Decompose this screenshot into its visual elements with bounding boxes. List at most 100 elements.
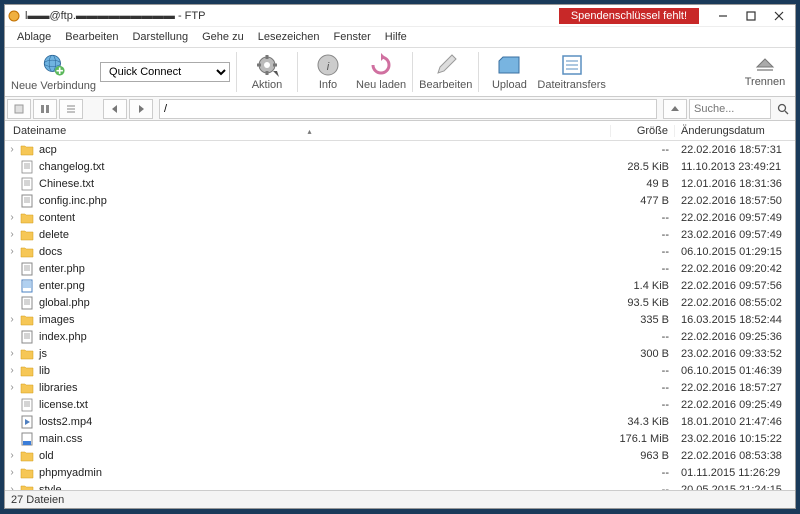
action-button[interactable]: Aktion (243, 49, 291, 95)
expand-toggle[interactable]: › (5, 314, 19, 325)
expand-toggle[interactable]: › (5, 450, 19, 461)
transfers-icon (560, 53, 584, 77)
file-size: 93.5 KiB (611, 297, 675, 309)
menu-fenster[interactable]: Fenster (328, 30, 377, 44)
php-icon (19, 330, 35, 344)
file-name: js (39, 348, 611, 360)
navbar (5, 97, 795, 121)
folder-icon (19, 466, 35, 480)
sort-indicator: ▴ (308, 127, 312, 136)
expand-toggle[interactable]: › (5, 246, 19, 257)
maximize-button[interactable] (737, 6, 765, 26)
show-hidden-files-button[interactable] (7, 99, 31, 119)
file-row[interactable]: global.php93.5 KiB22.02.2016 08:55:02 (5, 294, 795, 311)
expand-toggle[interactable]: › (5, 229, 19, 240)
expand-toggle[interactable]: › (5, 382, 19, 393)
file-size: -- (611, 212, 675, 224)
transfers-button[interactable]: Dateitransfers (537, 49, 605, 95)
quick-connect-select[interactable]: Quick Connect (100, 62, 230, 82)
expand-toggle[interactable]: › (5, 144, 19, 155)
txt-icon (19, 177, 35, 191)
search-button[interactable] (773, 99, 793, 119)
menu-gehezu[interactable]: Gehe zu (196, 30, 250, 44)
file-name: global.php (39, 297, 611, 309)
folder-icon (19, 364, 35, 378)
menu-lesezeichen[interactable]: Lesezeichen (252, 30, 326, 44)
folder-icon (19, 483, 35, 491)
file-row[interactable]: ›acp--22.02.2016 18:57:31 (5, 141, 795, 158)
file-row[interactable]: ›images335 B16.03.2015 18:52:44 (5, 311, 795, 328)
menu-darstellung[interactable]: Darstellung (126, 30, 194, 44)
file-date: 22.02.2016 08:55:02 (675, 297, 795, 309)
minimize-button[interactable] (709, 6, 737, 26)
column-name[interactable]: Dateiname▴ (5, 125, 611, 137)
nav-forward-button[interactable] (129, 99, 153, 119)
file-row[interactable]: changelog.txt28.5 KiB11.10.2013 23:49:21 (5, 158, 795, 175)
file-date: 22.02.2016 09:57:49 (675, 212, 795, 224)
file-size: 49 B (611, 178, 675, 190)
file-row[interactable]: enter.png1.4 KiB22.02.2016 09:57:56 (5, 277, 795, 294)
file-size: 28.5 KiB (611, 161, 675, 173)
file-size: 1.4 KiB (611, 280, 675, 292)
file-date: 06.10.2015 01:46:39 (675, 365, 795, 377)
file-date: 16.03.2015 18:52:44 (675, 314, 795, 326)
file-name: config.inc.php (39, 195, 611, 207)
file-row[interactable]: ›old963 B22.02.2016 08:53:38 (5, 447, 795, 464)
file-name: old (39, 450, 611, 462)
file-row[interactable]: license.txt--22.02.2016 09:25:49 (5, 396, 795, 413)
folder-icon (19, 313, 35, 327)
file-row[interactable]: index.php--22.02.2016 09:25:36 (5, 328, 795, 345)
path-input[interactable] (159, 99, 657, 119)
reload-button[interactable]: Neu laden (356, 49, 406, 95)
txt-icon (19, 398, 35, 412)
file-row[interactable]: main.css176.1 MiB23.02.2016 10:15:22 (5, 430, 795, 447)
file-row[interactable]: ›style--20.05.2015 21:24:15 (5, 481, 795, 490)
expand-toggle[interactable]: › (5, 467, 19, 478)
view-list-button[interactable] (33, 99, 57, 119)
file-row[interactable]: losts2.mp434.3 KiB18.01.2010 21:47:46 (5, 413, 795, 430)
info-button[interactable]: i Info (304, 49, 352, 95)
expand-toggle[interactable]: › (5, 348, 19, 359)
file-row[interactable]: ›js300 B23.02.2016 09:33:52 (5, 345, 795, 362)
file-date: 23.02.2016 09:57:49 (675, 229, 795, 241)
disconnect-button[interactable]: Trennen (741, 49, 789, 95)
view-outline-button[interactable] (59, 99, 83, 119)
file-row[interactable]: ›delete--23.02.2016 09:57:49 (5, 226, 795, 243)
search-input[interactable] (689, 99, 771, 119)
menu-hilfe[interactable]: Hilfe (379, 30, 413, 44)
expand-toggle[interactable]: › (5, 365, 19, 376)
upload-button[interactable]: Upload (485, 49, 533, 95)
php-icon (19, 194, 35, 208)
expand-toggle[interactable]: › (5, 212, 19, 223)
close-button[interactable] (765, 6, 793, 26)
file-row[interactable]: ›content--22.02.2016 09:57:49 (5, 209, 795, 226)
menu-bearbeiten[interactable]: Bearbeiten (59, 30, 124, 44)
folder-icon (19, 347, 35, 361)
donation-badge[interactable]: Spendenschlüssel fehlt! (559, 8, 699, 24)
edit-button[interactable]: Bearbeiten (419, 49, 472, 95)
file-name: libraries (39, 382, 611, 394)
file-date: 12.01.2016 18:31:36 (675, 178, 795, 190)
window-buttons (709, 6, 793, 26)
column-date[interactable]: Änderungsdatum (675, 125, 795, 137)
nav-back-button[interactable] (103, 99, 127, 119)
file-list[interactable]: ›acp--22.02.2016 18:57:31changelog.txt28… (5, 141, 795, 490)
php-icon (19, 296, 35, 310)
file-row[interactable]: config.inc.php477 B22.02.2016 18:57:50 (5, 192, 795, 209)
folder-icon (19, 211, 35, 225)
menu-ablage[interactable]: Ablage (11, 30, 57, 44)
file-row[interactable]: ›phpmyadmin--01.11.2015 11:26:29 (5, 464, 795, 481)
folder-icon (19, 381, 35, 395)
file-row[interactable]: ›docs--06.10.2015 01:29:15 (5, 243, 795, 260)
folder-icon (19, 449, 35, 463)
file-row[interactable]: ›lib--06.10.2015 01:46:39 (5, 362, 795, 379)
column-size[interactable]: Größe (611, 125, 675, 137)
file-row[interactable]: Chinese.txt49 B12.01.2016 18:31:36 (5, 175, 795, 192)
file-name: acp (39, 144, 611, 156)
file-row[interactable]: ›libraries--22.02.2016 18:57:27 (5, 379, 795, 396)
file-date: 06.10.2015 01:29:15 (675, 246, 795, 258)
file-row[interactable]: enter.php--22.02.2016 09:20:42 (5, 260, 795, 277)
new-connection-button[interactable]: Neue Verbindung (11, 49, 96, 95)
nav-up-button[interactable] (663, 99, 687, 119)
file-size: -- (611, 365, 675, 377)
